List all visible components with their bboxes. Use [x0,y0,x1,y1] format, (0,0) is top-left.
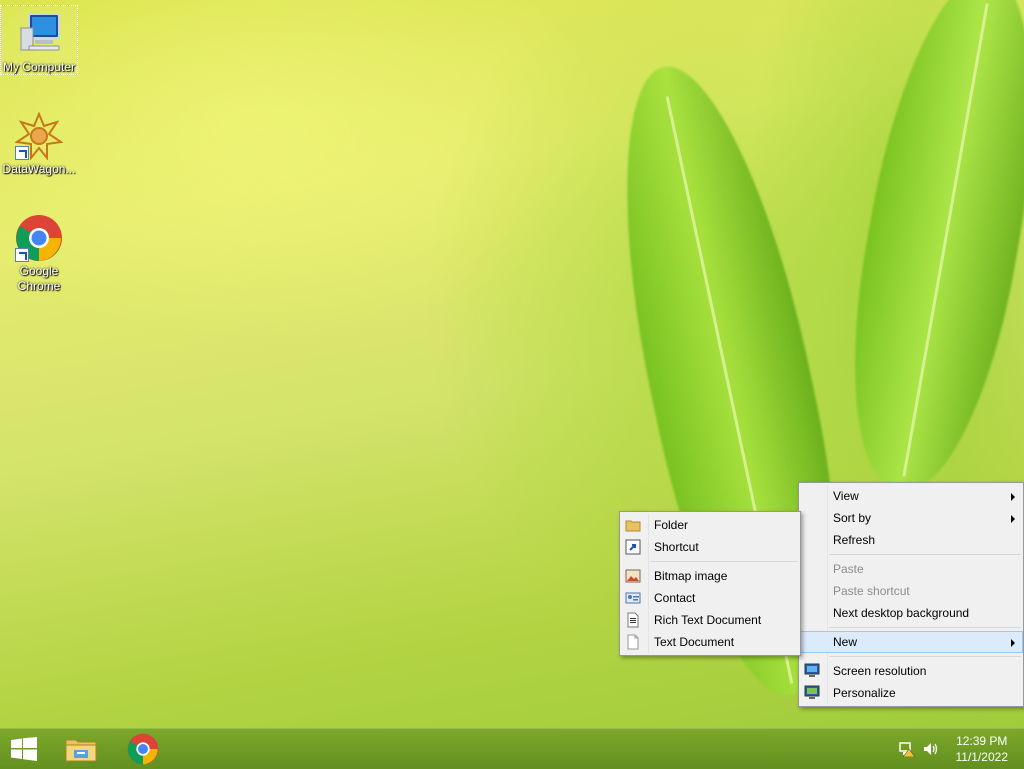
desktop-icon-google-chrome[interactable]: Google Chrome [1,210,77,294]
new-item-folder[interactable]: Folder [620,514,800,536]
menu-item-label: Shortcut [654,540,699,554]
desktop-icon-label: My Computer [2,60,76,74]
contact-icon [625,590,641,606]
desktop-icon-datawagon[interactable]: DataWagon... [1,108,77,177]
menu-item-label: Text Document [654,635,735,649]
menu-separator [829,627,1021,628]
new-item-bitmap-image[interactable]: Bitmap image [620,565,800,587]
menu-item-paste-shortcut[interactable]: Paste shortcut [799,580,1023,602]
clock-time: 12:39 PM [956,734,1008,748]
menu-item-view[interactable]: View [799,485,1023,507]
chrome-icon [15,214,63,262]
menu-item-label: Paste shortcut [833,584,910,598]
menu-separator [829,554,1021,555]
menu-item-label: Screen resolution [833,664,927,678]
menu-item-paste[interactable]: Paste [799,558,1023,580]
shortcut-arrow-icon [15,248,29,262]
menu-item-label: Folder [654,518,689,532]
menu-item-label: Next desktop background [833,606,970,620]
submenu-arrow-icon [1011,639,1015,647]
menu-item-next-desktop-background[interactable]: Next desktop background [799,602,1023,624]
desktop-context-menu: View Sort by Refresh Paste Paste shortcu… [798,482,1024,707]
menu-item-refresh[interactable]: Refresh [799,529,1023,551]
new-submenu: Folder Shortcut Bitmap image Contact Ric… [619,511,801,656]
new-item-rich-text-document[interactable]: Rich Text Document [620,609,800,631]
menu-separator [829,656,1021,657]
menu-item-label: Contact [654,591,696,605]
menu-item-label: View [833,489,859,503]
menu-item-label: New [833,635,858,649]
chrome-icon [127,733,159,768]
menu-separator [650,561,798,562]
menu-item-label: Paste [833,562,864,576]
computer-icon [15,10,63,58]
personalize-icon [804,685,820,701]
menu-item-label: Personalize [833,686,896,700]
taskbar-file-explorer-button[interactable] [54,729,108,769]
volume-icon[interactable] [922,741,940,757]
menu-item-new[interactable]: New [799,631,1023,653]
menu-item-label: Bitmap image [654,569,728,583]
menu-item-label: Sort by [833,511,872,525]
submenu-arrow-icon [1011,493,1015,501]
menu-item-screen-resolution[interactable]: Screen resolution [799,660,1023,682]
desktop-icon-label: DataWagon... [2,162,76,176]
start-icon [11,737,37,764]
shortcut-icon [625,539,641,555]
new-item-shortcut[interactable]: Shortcut [620,536,800,558]
start-button[interactable] [0,729,54,769]
wallpaper-leaf [825,0,1024,500]
datawagon-icon [14,111,64,161]
folder-icon [625,517,641,533]
taskbar-chrome-button[interactable] [116,729,170,769]
text-document-icon [625,634,641,650]
desktop-icon-label: Google Chrome [17,264,61,293]
network-icon[interactable] [898,741,916,758]
menu-item-personalize[interactable]: Personalize [799,682,1023,704]
menu-item-label: Rich Text Document [654,613,762,627]
submenu-arrow-icon [1011,515,1015,523]
shortcut-arrow-icon [15,146,29,160]
new-item-text-document[interactable]: Text Document [620,631,800,653]
taskbar: 12:39 PM 11/1/2022 [0,728,1024,769]
screen-resolution-icon [804,663,820,679]
taskbar-clock[interactable]: 12:39 PM 11/1/2022 [956,733,1009,765]
desktop-icon-my-computer[interactable]: My Computer [0,5,78,75]
clock-date: 11/1/2022 [955,750,1009,764]
menu-item-sort-by[interactable]: Sort by [799,507,1023,529]
file-explorer-icon [65,735,97,766]
bitmap-icon [625,568,641,584]
menu-item-label: Refresh [833,533,876,547]
new-item-contact[interactable]: Contact [620,587,800,609]
rich-text-icon [625,612,641,628]
